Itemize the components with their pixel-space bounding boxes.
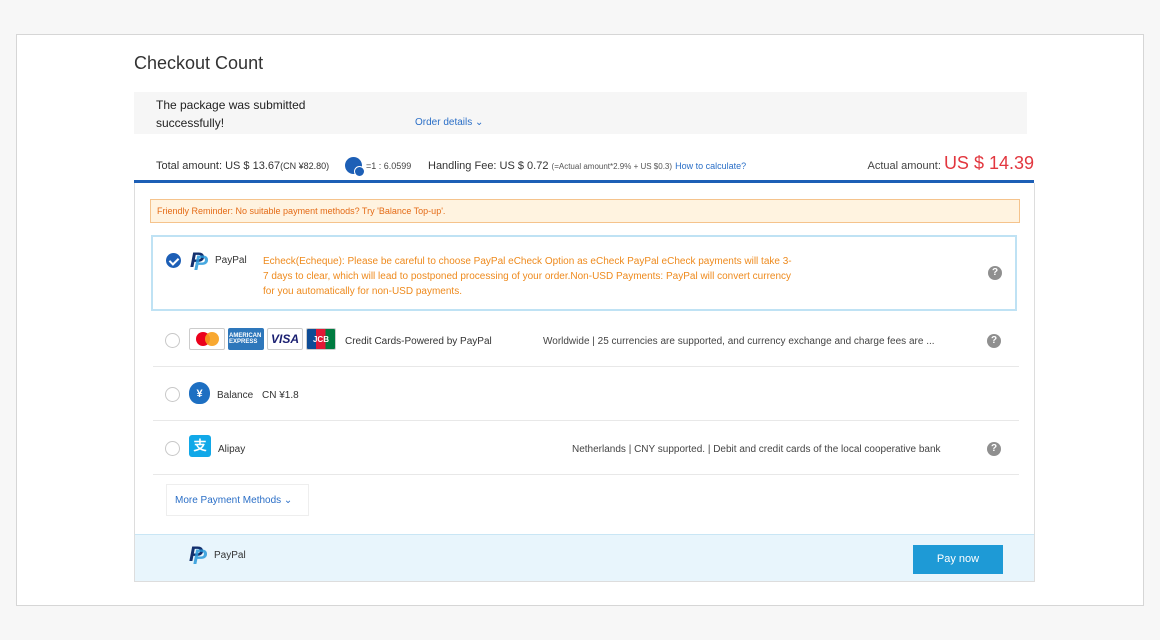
balance-label: Balance <box>217 390 254 401</box>
order-info-bar: The package was submitted successfully! … <box>134 92 1027 134</box>
actual-amount-value: US $ 14.39 <box>943 153 1034 173</box>
credit-cards-help-icon[interactable]: ? <box>987 334 1001 348</box>
alipay-radio[interactable] <box>165 441 180 456</box>
payment-option-balance[interactable]: ¥ Balance CN ¥1.8 <box>153 368 1019 421</box>
paypal-label: PayPal <box>215 255 247 266</box>
amex-icon: AMERICAN EXPRESS <box>228 328 264 350</box>
handling-fee: Handling Fee: US $ 0.72 (=Actual amount*… <box>428 160 746 172</box>
alipay-help-icon[interactable]: ? <box>987 442 1001 456</box>
total-amount-cny: (CN ¥82.80) <box>280 161 330 171</box>
footer-paypal-logo-icon: PP <box>189 543 208 569</box>
alipay-label: Alipay <box>218 444 246 455</box>
currency-exchange-icon <box>345 157 365 177</box>
alipay-icon: 支 <box>189 435 211 457</box>
credit-cards-description: Worldwide | 25 currencies are supported,… <box>543 336 935 347</box>
card-logos: AMERICAN EXPRESS VISA JCB <box>189 328 336 350</box>
footer-method-label: PayPal <box>214 550 246 561</box>
payment-option-alipay[interactable]: 支 Alipay Netherlands | CNY supported. | … <box>153 422 1019 475</box>
actual-amount: Actual amount: US $ 14.39 <box>868 153 1035 174</box>
jcb-icon: JCB <box>306 328 336 350</box>
payment-option-credit-cards[interactable]: AMERICAN EXPRESS VISA JCB Credit Cards-P… <box>153 314 1019 367</box>
exchange-rate-value: =1 : 6.0599 <box>366 160 412 171</box>
paypal-logo-icon: PP <box>190 249 209 275</box>
order-details-link[interactable]: Order details ⌄ <box>415 117 483 128</box>
credit-cards-label: Credit Cards-Powered by PayPal <box>345 336 492 347</box>
pay-now-button[interactable]: Pay now <box>913 545 1003 574</box>
alipay-description: Netherlands | CNY supported. | Debit and… <box>572 444 941 455</box>
paypal-radio[interactable] <box>166 253 181 268</box>
paypal-help-icon[interactable]: ? <box>988 266 1002 280</box>
how-to-calculate-link[interactable]: How to calculate? <box>675 161 746 171</box>
exchange-rate: =1 : 6.0599 <box>345 157 412 177</box>
balance-amount: CN ¥1.8 <box>262 390 299 401</box>
mastercard-icon <box>189 328 225 350</box>
amount-summary: Total amount: US $ 13.67(CN ¥82.80) =1 :… <box>134 153 1034 183</box>
total-amount-label: Total amount: US $ 13.67 <box>156 160 281 172</box>
checkout-frame: Checkout Count The package was submitted… <box>16 34 1144 606</box>
submit-message: The package was submitted successfully! <box>156 98 306 130</box>
page-title: Checkout Count <box>134 53 264 73</box>
payment-footer: PP PayPal Pay now <box>135 534 1034 581</box>
more-payment-methods-button[interactable]: More Payment Methods ⌄ <box>166 484 309 516</box>
actual-amount-label: Actual amount: <box>867 160 944 172</box>
fee-formula: (=Actual amount*2.9% + US $0.3) <box>551 162 673 171</box>
credit-cards-radio[interactable] <box>165 333 180 348</box>
handling-fee-label: Handling Fee: US $ 0.72 <box>428 160 549 172</box>
payment-option-paypal[interactable]: PP PayPal Echeck(Echeque): Please be car… <box>151 235 1017 311</box>
money-bag-icon: ¥ <box>189 382 210 404</box>
payment-area: Friendly Reminder: No suitable payment m… <box>134 183 1035 582</box>
visa-icon: VISA <box>267 328 303 350</box>
paypal-echeck-note: Echeck(Echeque): Please be careful to ch… <box>263 256 792 297</box>
total-amount: Total amount: US $ 13.67(CN ¥82.80) <box>156 160 329 172</box>
friendly-reminder: Friendly Reminder: No suitable payment m… <box>150 199 1020 223</box>
balance-radio[interactable] <box>165 387 180 402</box>
